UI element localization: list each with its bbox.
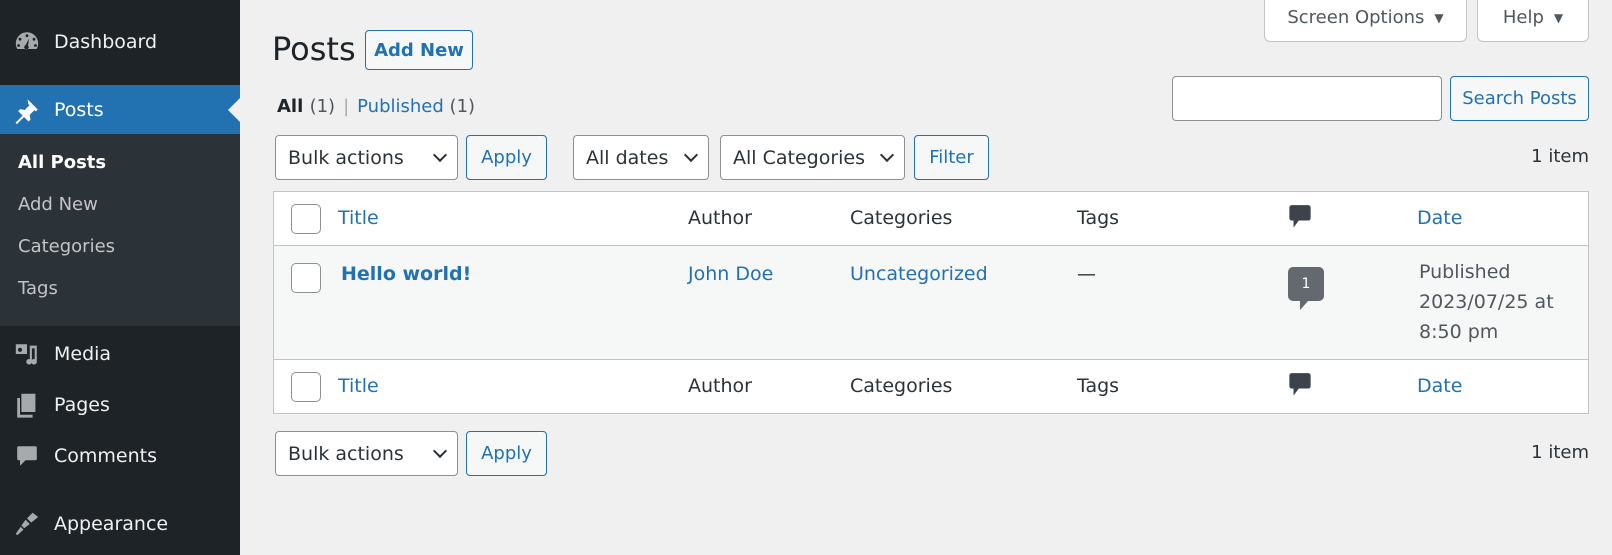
search-posts-input[interactable] bbox=[1172, 76, 1442, 121]
column-categories-footer: Categories bbox=[850, 375, 953, 397]
sidebar-item-posts[interactable]: Posts bbox=[0, 85, 240, 135]
chevron-down-icon bbox=[879, 147, 895, 162]
help-button[interactable]: Help ▼ bbox=[1477, 0, 1589, 42]
bulk-actions-value: Bulk actions bbox=[288, 146, 404, 169]
post-category-link[interactable]: Uncategorized bbox=[850, 263, 988, 285]
post-date-status: Published bbox=[1419, 261, 1511, 283]
submenu-tags[interactable]: Tags bbox=[0, 268, 240, 310]
post-tags: — bbox=[1077, 263, 1096, 285]
column-tags-footer: Tags bbox=[1077, 375, 1120, 397]
view-all-count: (1) bbox=[309, 96, 336, 117]
column-author: Author bbox=[688, 207, 752, 229]
bulk-actions-value: Bulk actions bbox=[288, 442, 404, 465]
categories-filter-value: All Categories bbox=[733, 146, 866, 169]
help-label: Help bbox=[1502, 7, 1544, 28]
chevron-down-icon bbox=[432, 147, 448, 162]
row-checkbox[interactable] bbox=[291, 263, 321, 293]
column-categories: Categories bbox=[850, 207, 953, 229]
comment-icon bbox=[0, 442, 54, 470]
sidebar-item-label: Appearance bbox=[54, 513, 169, 535]
apply-button-top[interactable]: Apply bbox=[466, 135, 547, 180]
admin-sidebar: Dashboard Posts All Posts Add New Catego… bbox=[0, 0, 240, 555]
post-date-line2: 8:50 pm bbox=[1419, 321, 1499, 343]
select-all-checkbox-footer[interactable] bbox=[291, 372, 321, 402]
posts-submenu: All Posts Add New Categories Tags bbox=[0, 134, 240, 326]
table-footer: Title Author Categories Tags Date bbox=[274, 359, 1588, 413]
view-all-label: All bbox=[277, 96, 304, 117]
table-row: Hello world! John Doe Uncategorized — 1 … bbox=[274, 246, 1588, 359]
column-date-sort-footer[interactable]: Date bbox=[1417, 375, 1462, 397]
post-date-line1: 2023/07/25 at bbox=[1419, 291, 1554, 313]
post-status-views: All (1) | Published (1) bbox=[277, 96, 475, 117]
sidebar-item-pages[interactable]: Pages bbox=[0, 380, 240, 430]
triangle-down-icon: ▼ bbox=[1434, 10, 1444, 25]
bulk-actions-select-top[interactable]: Bulk actions bbox=[275, 135, 458, 180]
screen-options-button[interactable]: Screen Options ▼ bbox=[1264, 0, 1467, 42]
chevron-down-icon bbox=[432, 443, 448, 458]
view-published-link[interactable]: Published (1) bbox=[357, 96, 475, 117]
column-title-sort-footer[interactable]: Title bbox=[338, 375, 379, 397]
comment-icon[interactable] bbox=[1288, 204, 1312, 235]
column-tags: Tags bbox=[1077, 207, 1120, 229]
items-count-bottom: 1 item bbox=[1531, 442, 1589, 463]
page-title: Posts bbox=[272, 30, 356, 68]
submenu-add-new[interactable]: Add New bbox=[0, 184, 240, 226]
select-all-checkbox[interactable] bbox=[291, 204, 321, 234]
submenu-categories[interactable]: Categories bbox=[0, 226, 240, 268]
sidebar-item-label: Media bbox=[54, 343, 112, 365]
screen-options-label: Screen Options bbox=[1287, 7, 1425, 28]
dates-filter-value: All dates bbox=[586, 146, 669, 169]
chevron-down-icon bbox=[683, 147, 699, 162]
post-author-link[interactable]: John Doe bbox=[688, 263, 773, 285]
pushpin-icon bbox=[0, 96, 54, 124]
view-published-label: Published bbox=[357, 96, 444, 117]
column-author-footer: Author bbox=[688, 375, 752, 397]
sidebar-item-dashboard[interactable]: Dashboard bbox=[0, 17, 240, 67]
sidebar-item-label: Pages bbox=[54, 394, 110, 416]
column-date-sort[interactable]: Date bbox=[1417, 207, 1462, 229]
comment-icon[interactable] bbox=[1288, 372, 1312, 403]
post-date: Published 2023/07/25 at 8:50 pm bbox=[1419, 257, 1554, 347]
media-icon bbox=[0, 340, 54, 368]
add-new-button[interactable]: Add New bbox=[365, 30, 473, 70]
dates-filter-select[interactable]: All dates bbox=[573, 135, 709, 180]
apply-button-bottom[interactable]: Apply bbox=[466, 431, 547, 476]
comment-count-bubble[interactable]: 1 bbox=[1288, 267, 1324, 310]
bulk-actions-select-bottom[interactable]: Bulk actions bbox=[275, 431, 458, 476]
posts-table: Title Author Categories Tags Date Hello … bbox=[273, 191, 1589, 414]
filter-button[interactable]: Filter bbox=[914, 135, 989, 180]
sidebar-item-comments[interactable]: Comments bbox=[0, 431, 240, 481]
column-title-sort[interactable]: Title bbox=[338, 207, 379, 229]
sidebar-item-label: Posts bbox=[54, 99, 104, 121]
view-all-link[interactable]: All (1) bbox=[277, 96, 335, 117]
dashboard-icon bbox=[0, 28, 54, 56]
sidebar-item-label: Comments bbox=[54, 445, 157, 467]
sidebar-item-appearance[interactable]: Appearance bbox=[0, 499, 240, 549]
items-count-top: 1 item bbox=[1531, 146, 1589, 167]
sidebar-item-media[interactable]: Media bbox=[0, 329, 240, 379]
view-published-count: (1) bbox=[449, 96, 476, 117]
search-posts-button[interactable]: Search Posts bbox=[1450, 76, 1589, 121]
categories-filter-select[interactable]: All Categories bbox=[720, 135, 905, 180]
triangle-down-icon: ▼ bbox=[1553, 10, 1564, 25]
table-header: Title Author Categories Tags Date bbox=[274, 192, 1588, 246]
submenu-all-posts[interactable]: All Posts bbox=[0, 142, 240, 184]
pages-icon bbox=[0, 391, 54, 419]
paintbrush-icon bbox=[0, 510, 54, 538]
post-title-link[interactable]: Hello world! bbox=[341, 263, 471, 285]
view-separator: | bbox=[343, 96, 350, 117]
sidebar-item-label: Dashboard bbox=[54, 31, 158, 53]
